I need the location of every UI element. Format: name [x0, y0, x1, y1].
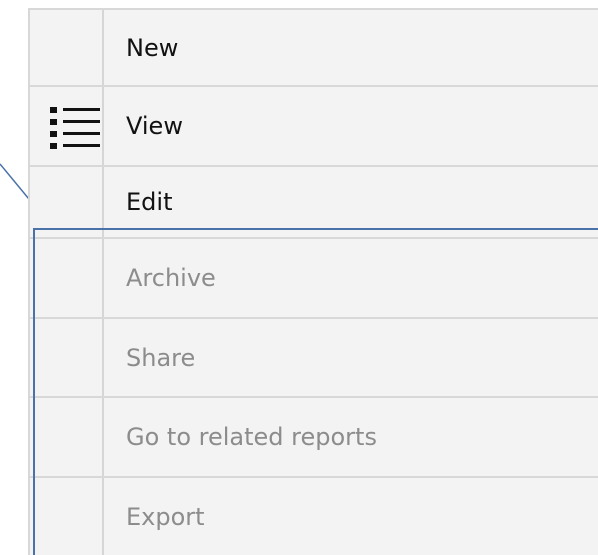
menu-item-go-to-related-reports[interactable]: Go to related reports [30, 398, 598, 478]
menu-item-label: Share [126, 343, 196, 372]
menu-item-archive[interactable]: Archive [30, 239, 598, 319]
menu-item-edit[interactable]: Edit [30, 167, 598, 239]
menu-item-label: New [126, 33, 179, 62]
list-icon [50, 107, 100, 149]
menu-item-new[interactable]: New [30, 10, 598, 87]
menu-item-label: Archive [126, 264, 216, 292]
menu-item-view[interactable]: View [30, 87, 598, 167]
menu-item-export[interactable]: Export [30, 478, 598, 555]
menu-item-label: Go to related reports [126, 423, 377, 451]
menu-item-label: Export [126, 503, 205, 531]
menu-item-label: View [126, 112, 183, 140]
context-menu: New View Edit Archive Share Go to relate… [28, 8, 598, 555]
menu-item-label: Edit [126, 188, 173, 216]
menu-item-share[interactable]: Share [30, 319, 598, 398]
